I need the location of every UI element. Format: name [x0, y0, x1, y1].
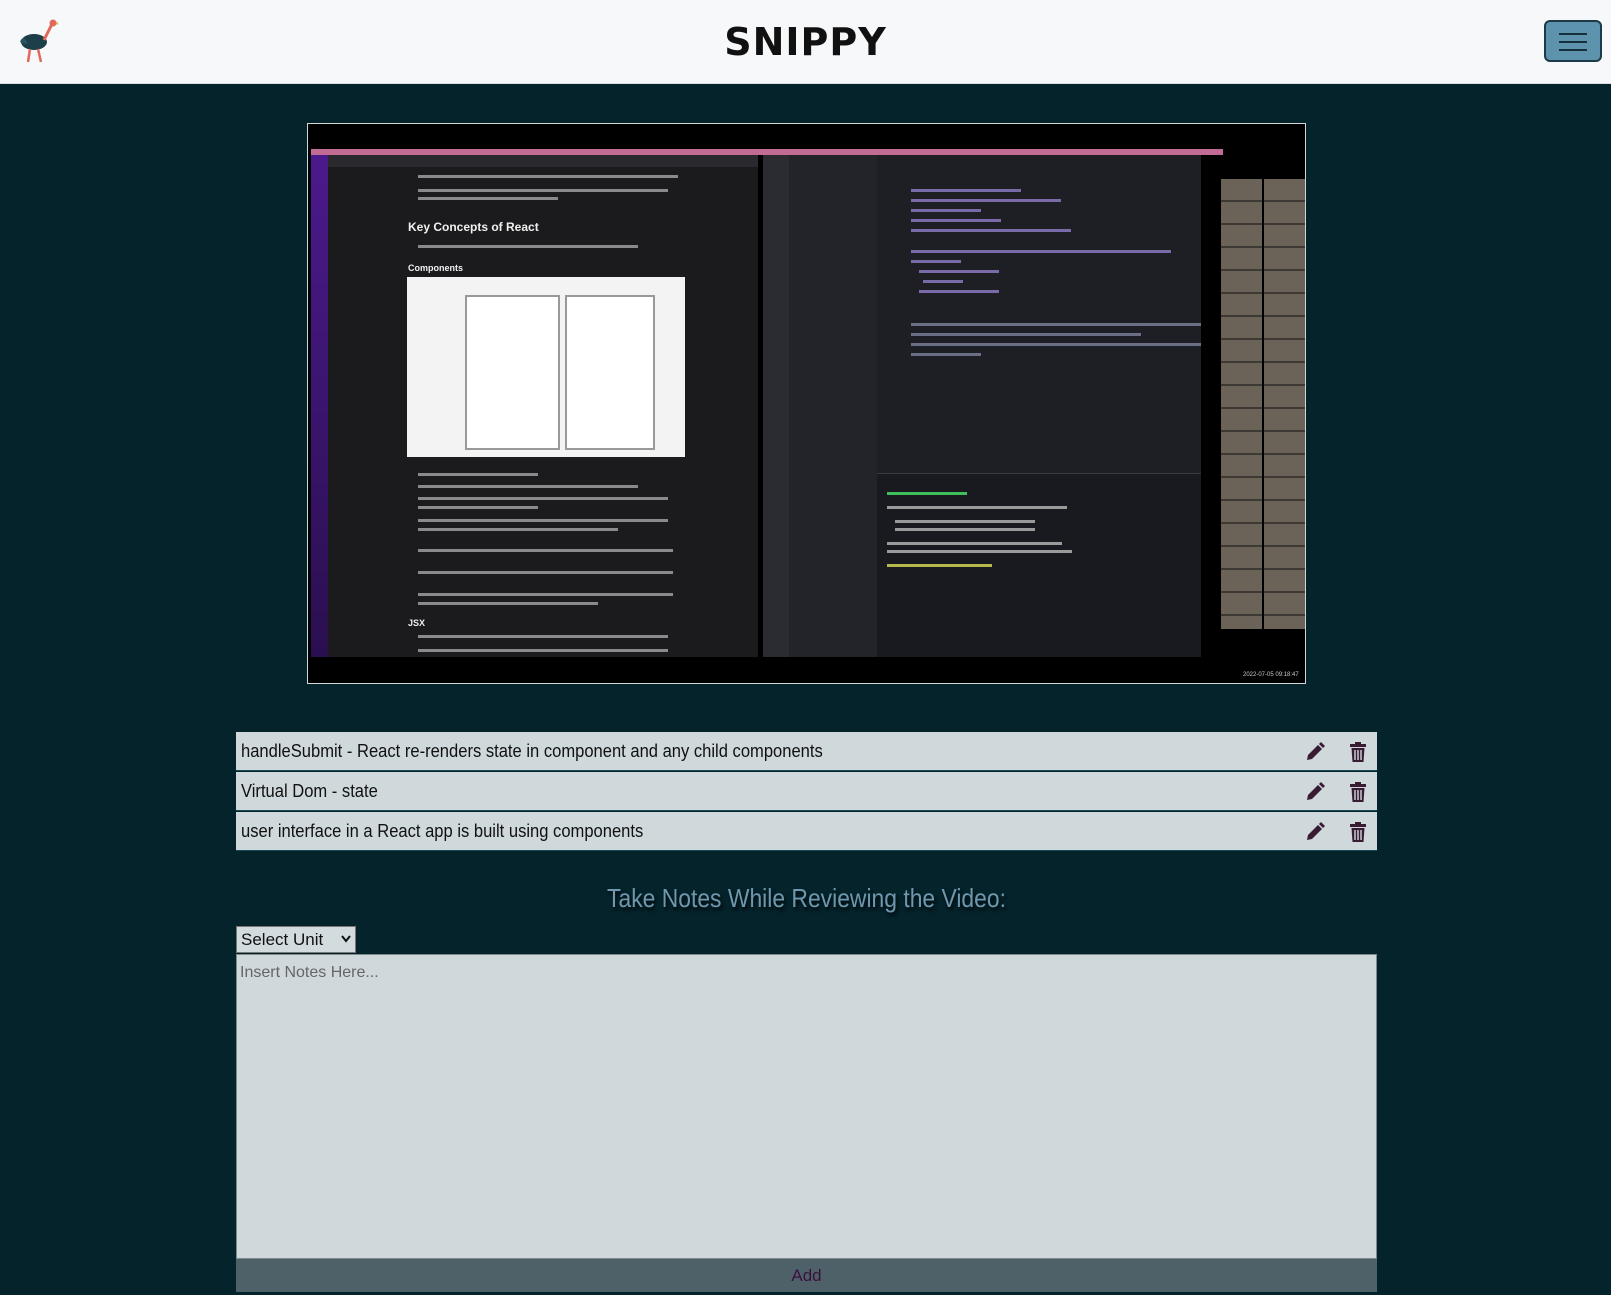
notes-placeholder: Insert Notes Here...	[240, 964, 379, 981]
video-terminal	[877, 473, 1201, 657]
add-button[interactable]: Add	[236, 1259, 1377, 1292]
note-text: Virtual Dom - state	[241, 781, 378, 801]
hamburger-menu-icon	[1559, 33, 1587, 35]
video-doc-diagram	[407, 277, 685, 457]
trash-icon[interactable]	[1347, 781, 1369, 803]
trash-icon[interactable]	[1347, 821, 1369, 843]
video-doc-section: JSX	[408, 618, 426, 628]
navbar: SNIPPY	[0, 0, 1611, 84]
lecture-video[interactable]: Key Concepts of React Components JSX 202…	[307, 123, 1306, 684]
pencil-icon[interactable]	[1304, 821, 1326, 843]
video-doc-pane: Key Concepts of React Components JSX	[328, 155, 758, 657]
trash-icon[interactable]	[1347, 741, 1369, 763]
pencil-icon[interactable]	[1304, 741, 1326, 763]
notes-form-title: Take Notes While Reviewing the Video:	[607, 883, 1006, 913]
unit-select-value: Select Unit	[241, 930, 324, 949]
video-doc-subheading: Components	[408, 263, 463, 273]
chevron-down-icon	[341, 935, 351, 943]
note-text: user interface in a React app is built u…	[241, 821, 644, 841]
note-text: handleSubmit - React re-renders state in…	[241, 741, 823, 761]
unit-select[interactable]: Select Unit	[236, 926, 356, 953]
menu-button[interactable]	[1544, 20, 1602, 62]
pencil-icon[interactable]	[1304, 781, 1326, 803]
video-code-editor	[763, 155, 1201, 657]
note-item: Virtual Dom - state	[236, 772, 1377, 811]
video-participants-gallery	[1221, 179, 1305, 629]
video-timestamp: 2022-07-05 09:18:47	[1243, 672, 1299, 678]
video-dock	[311, 155, 328, 657]
notes-textarea[interactable]: Insert Notes Here...	[236, 954, 1377, 1259]
brand-title: SNIPPY	[724, 20, 887, 64]
note-item: user interface in a React app is built u…	[236, 812, 1377, 851]
note-item: handleSubmit - React re-renders state in…	[236, 732, 1377, 771]
video-doc-heading: Key Concepts of React	[408, 220, 539, 234]
